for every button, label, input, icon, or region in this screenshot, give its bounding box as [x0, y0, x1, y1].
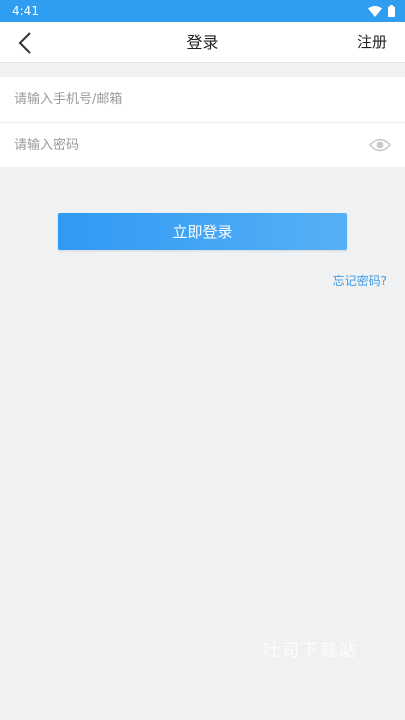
forgot-password-link[interactable]: 忘记密码?	[333, 272, 387, 289]
login-form	[0, 77, 405, 167]
page-title: 登录	[186, 33, 219, 52]
watermark-text: 吐司下载站	[263, 641, 358, 661]
chevron-left-icon	[18, 32, 31, 54]
status-icons	[368, 5, 395, 17]
password-row	[0, 122, 405, 167]
login-button[interactable]: 立即登录	[58, 213, 347, 250]
battery-icon	[388, 5, 395, 17]
register-button[interactable]: 注册	[357, 22, 387, 63]
account-input[interactable]	[14, 92, 334, 107]
eye-icon[interactable]	[369, 136, 391, 154]
account-row	[0, 77, 405, 122]
status-time: 4:41	[12, 4, 39, 18]
wifi-icon	[368, 5, 382, 17]
nav-bar: 登录 注册	[0, 22, 405, 63]
back-button[interactable]	[10, 28, 40, 58]
status-bar: 4:41	[0, 0, 405, 22]
password-input[interactable]	[14, 137, 334, 153]
